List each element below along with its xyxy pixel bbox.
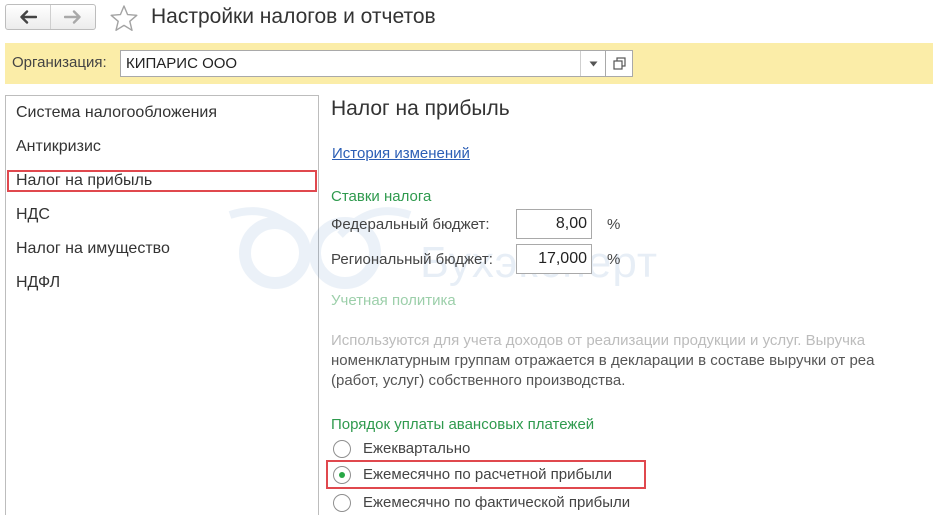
navigation-buttons [5, 4, 96, 30]
organization-label: Организация: [12, 54, 107, 71]
arrow-right-icon [64, 10, 81, 24]
federal-budget-label: Федеральный бюджет: [331, 216, 490, 233]
window-title: Настройки налогов и отчетов [151, 5, 436, 28]
sidebar-item-profit-tax[interactable]: Налог на прибыль [16, 172, 152, 190]
regional-budget-label: Региональный бюджет: [331, 251, 493, 268]
organization-open-button[interactable] [606, 50, 633, 77]
radio-monthly-estimated-label[interactable]: Ежемесячно по расчетной прибыли [363, 466, 612, 483]
federal-rate-input[interactable]: 8,00 [516, 209, 592, 239]
policy-text-line-2: номенклатурным группам отражается в декл… [331, 352, 875, 369]
history-link[interactable]: История изменений [332, 145, 470, 162]
sidebar-item-ndfl[interactable]: НДФЛ [16, 274, 60, 292]
rates-heading: Ставки налога [331, 188, 432, 205]
advance-payments-heading: Порядок уплаты авансовых платежей [331, 416, 595, 433]
regional-percent: % [607, 251, 621, 268]
radio-monthly-actual[interactable] [333, 494, 351, 512]
arrow-left-icon [20, 10, 37, 24]
organization-dropdown-button[interactable] [580, 51, 605, 76]
organization-value: КИПАРИС ООО [126, 55, 238, 72]
triangle-down-icon [589, 61, 597, 66]
organization-select[interactable]: КИПАРИС ООО [120, 50, 606, 77]
regional-rate-input[interactable]: 17,000 [516, 244, 592, 274]
policy-text-line-1: Используются для учета доходов от реализ… [331, 332, 866, 349]
sidebar-item-tax-system[interactable]: Система налогообложения [16, 104, 217, 122]
radio-monthly-estimated[interactable] [333, 466, 351, 484]
policy-text-line-3: (работ, услуг) собственного производства… [331, 372, 626, 389]
back-button[interactable] [6, 5, 50, 29]
sidebar-item-vat[interactable]: НДС [16, 206, 50, 224]
radio-quarterly-label[interactable]: Ежеквартально [363, 440, 470, 457]
page-title: Налог на прибыль [331, 97, 510, 120]
open-window-icon [612, 57, 626, 70]
settings-sidebar: Система налогообложения Антикризис Налог… [5, 95, 319, 515]
radio-monthly-actual-label[interactable]: Ежемесячно по фактической прибыли [363, 494, 630, 511]
sidebar-item-property-tax[interactable]: Налог на имущество [16, 240, 170, 258]
federal-percent: % [607, 216, 621, 233]
policy-heading: Учетная политика [331, 292, 456, 309]
radio-quarterly[interactable] [333, 440, 351, 458]
forward-button[interactable] [50, 5, 95, 29]
sidebar-fade [7, 303, 317, 333]
star-outline-icon[interactable] [109, 4, 139, 32]
sidebar-item-anticrisis[interactable]: Антикризис [16, 138, 101, 156]
